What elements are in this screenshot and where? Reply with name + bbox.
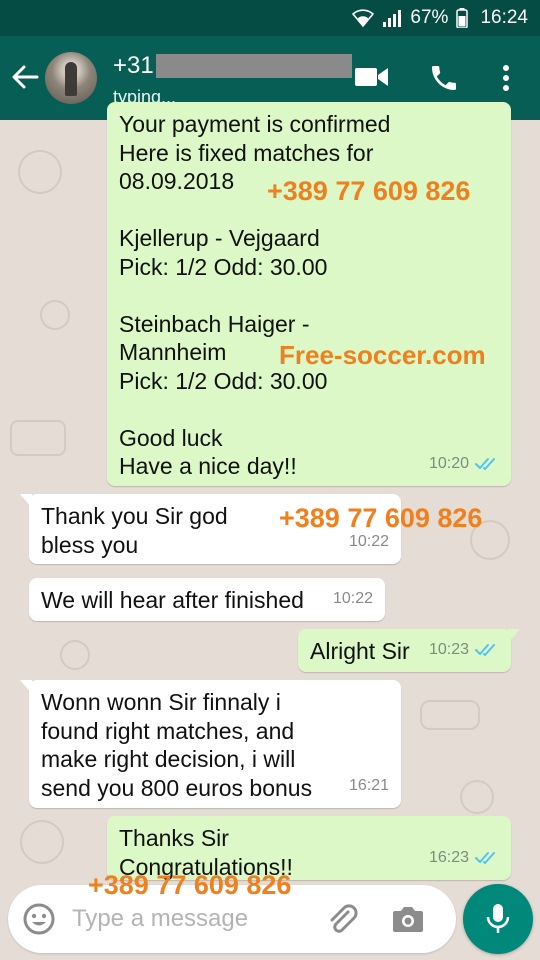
- double-check-icon: [475, 851, 495, 864]
- watermark-phone: +389 77 609 826: [279, 503, 483, 533]
- message-bubble-incoming[interactable]: Wonn wonn Sir finnaly i found right matc…: [20, 680, 401, 808]
- paperclip-icon: [330, 904, 358, 933]
- microphone-icon: [486, 904, 510, 933]
- menu-button[interactable]: [502, 64, 510, 97]
- battery-percent: 67%: [410, 7, 449, 28]
- redacted-number: [155, 54, 352, 78]
- message-time: 10:23: [428, 640, 469, 658]
- contact-prefix: +31: [113, 52, 154, 79]
- message-meta: 10:20: [429, 450, 499, 479]
- mic-button[interactable]: [463, 884, 533, 954]
- message-time: 16:23: [428, 848, 469, 866]
- emoji-icon: [23, 903, 55, 935]
- message-bubble-outgoing[interactable]: Alright Sir 10:23: [298, 629, 520, 672]
- watermark-site: Free-soccer.com: [279, 340, 486, 370]
- message-text: We will hear after finished: [41, 587, 304, 613]
- more-vertical-icon: [503, 65, 509, 91]
- message-bubble-outgoing[interactable]: Your payment is confirmed Here is fixed …: [107, 102, 511, 486]
- back-button[interactable]: [10, 62, 40, 92]
- message-meta: 16:21: [349, 772, 389, 801]
- message-input[interactable]: Type a message: [72, 905, 248, 933]
- voice-call-button[interactable]: [428, 62, 460, 99]
- emoji-button[interactable]: [22, 902, 56, 941]
- camera-button[interactable]: [391, 903, 425, 940]
- message-meta: 10:23: [429, 636, 499, 665]
- avatar[interactable]: [45, 52, 97, 104]
- message-meta: 16:23: [429, 844, 499, 873]
- double-check-icon: [475, 643, 495, 656]
- wifi-icon: [352, 9, 375, 27]
- video-call-button[interactable]: [355, 66, 389, 93]
- battery-icon: [456, 8, 469, 28]
- phone-icon: [432, 66, 456, 90]
- arrow-left-icon: [12, 65, 39, 89]
- message-text: Your payment is confirmed Here is fixed …: [119, 111, 391, 479]
- clock: 16:24: [480, 7, 528, 28]
- message-bubble-incoming[interactable]: We will hear after finished 10:22: [29, 578, 385, 621]
- message-text: Wonn wonn Sir finnaly i found right matc…: [41, 689, 313, 801]
- watermark-phone: +389 77 609 826: [88, 870, 292, 900]
- camera-icon: [393, 907, 423, 932]
- signal-icon: [382, 9, 402, 27]
- contact-name[interactable]: +31: [113, 52, 352, 80]
- attach-button[interactable]: [326, 903, 360, 942]
- message-time: 10:20: [428, 454, 469, 472]
- double-check-icon: [475, 457, 495, 470]
- message-time: 10:22: [332, 589, 373, 607]
- message-meta: 10:22: [333, 585, 373, 614]
- message-time: 16:21: [348, 776, 389, 794]
- watermark-phone: +389 77 609 826: [267, 176, 471, 206]
- video-camera-icon: [355, 68, 388, 86]
- status-bar: 67% 16:24: [0, 0, 540, 36]
